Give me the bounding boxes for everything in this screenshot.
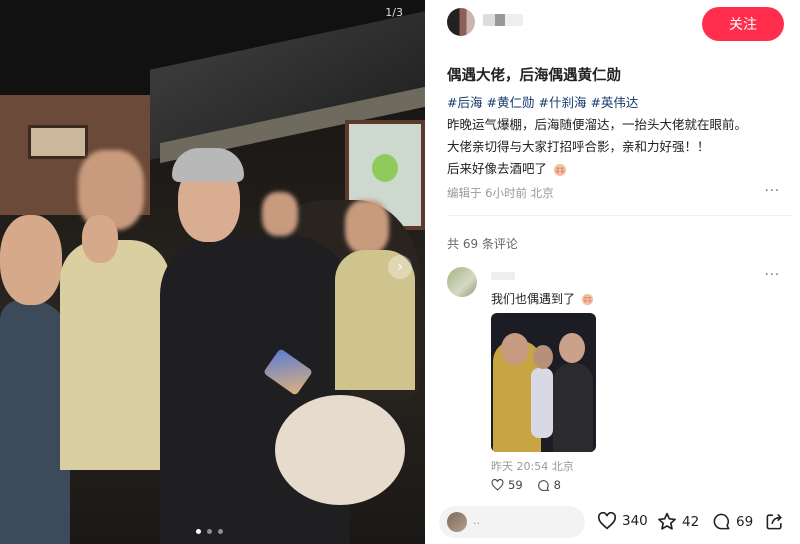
comment-author-blurred[interactable]	[491, 272, 515, 280]
carousel-dot[interactable]	[207, 529, 212, 534]
face-blurred	[262, 192, 298, 236]
comment-more-icon[interactable]: ···	[765, 268, 780, 283]
post-title: 偶遇大佬，后海偶遇黄仁勋	[447, 68, 621, 84]
star-icon	[657, 512, 677, 531]
like-button[interactable]: 340	[597, 512, 648, 530]
person-yellow-shirt	[60, 240, 170, 470]
comment-reply-button[interactable]: 8	[537, 478, 561, 492]
comment-reply-count: 8	[553, 478, 561, 492]
comment-like-button[interactable]: 59	[491, 478, 523, 492]
man-black-jacket	[553, 363, 593, 452]
comment-like-count: 59	[508, 478, 523, 492]
note-side-panel: 关注 偶遇大佬，后海偶遇黄仁勋 #后海 #黄仁勋 #什刹海 #英伟达 昨晚运气爆棚，后…	[425, 0, 800, 544]
face-blurred	[501, 333, 529, 365]
author-name-blurred[interactable]	[483, 14, 523, 26]
comment-image[interactable]	[491, 313, 596, 452]
author-header: 关注	[425, 0, 800, 50]
author-avatar[interactable]	[447, 8, 475, 36]
gray-hair	[172, 148, 244, 182]
heart-icon	[597, 512, 617, 530]
face-blurred	[345, 200, 389, 254]
post-line: 昨晚运气爆棚，后海随便溜达，一抬头大佬就在眼前。	[447, 117, 748, 132]
tag-link[interactable]: #什刹海	[538, 95, 586, 110]
duck-mascot	[372, 154, 398, 182]
comment-actions: 59 8	[491, 478, 561, 492]
bottom-action-bar: .. 340 42 69	[425, 500, 800, 544]
carousel-dots	[196, 529, 223, 534]
face-blurred	[533, 345, 553, 369]
post-line-text: 后来好像去酒吧了	[447, 161, 548, 176]
note-detail-page: 1/3 › 关注 偶遇大佬，后海偶遇黄仁勋 #后海 #黄仁勋 #什刹海 #英伟达 昨晚…	[0, 0, 800, 544]
comment-bubble-icon	[712, 512, 731, 531]
man-face	[559, 333, 585, 363]
tag-link[interactable]: #英伟达	[590, 95, 638, 110]
comment-input[interactable]: ..	[439, 506, 585, 538]
face-left-blurred	[0, 215, 62, 305]
building-window	[28, 125, 88, 159]
blush-emoji-icon	[581, 293, 594, 306]
follow-button[interactable]: 关注	[702, 7, 784, 41]
comment-text-content: 我们也偶遇到了	[491, 292, 576, 306]
post-line: 后来好像去酒吧了	[447, 158, 792, 180]
favorite-count: 42	[682, 513, 700, 530]
comment-count-bottom: 69	[736, 513, 754, 530]
share-button[interactable]	[765, 512, 784, 531]
carousel-dot[interactable]	[196, 529, 201, 534]
comment-avatar[interactable]	[447, 267, 477, 297]
comment-button[interactable]: 69	[712, 512, 753, 531]
blush-emoji-icon	[553, 163, 567, 177]
comment-time: 昨天 20:54 北京	[491, 460, 574, 473]
favorite-button[interactable]: 42	[657, 512, 699, 531]
comment-text: 我们也偶遇到了	[491, 290, 594, 307]
image-page-counter: 1/3	[385, 6, 403, 19]
tag-link[interactable]: #黄仁勋	[486, 95, 534, 110]
next-image-button[interactable]: ›	[388, 255, 412, 279]
post-body: #后海 #黄仁勋 #什刹海 #英伟达 昨晚运气爆棚，后海随便溜达，一抬头大佬就在眼前。…	[447, 92, 792, 180]
child	[531, 368, 553, 438]
post-line: 大佬亲切得与大家打招呼合影，亲和力好强！！	[447, 139, 710, 154]
post-image-carousel[interactable]: 1/3 ›	[0, 0, 425, 544]
share-icon	[765, 512, 784, 531]
post-meta: 编辑于 6小时前 北京	[447, 186, 554, 200]
comment-count: 共 69 条评论	[447, 237, 518, 251]
heart-icon	[491, 479, 504, 491]
post-tags: #后海 #黄仁勋 #什刹海 #英伟达	[447, 92, 792, 114]
tag-link[interactable]: #后海	[447, 95, 482, 110]
comment-input-placeholder: ..	[473, 514, 480, 527]
carousel-dot[interactable]	[218, 529, 223, 534]
user-avatar	[447, 512, 467, 532]
cap-foreground	[275, 395, 405, 505]
like-count: 340	[622, 513, 648, 529]
thumbs-up-hand	[82, 215, 118, 263]
divider	[447, 215, 792, 216]
comment-bubble-icon	[537, 479, 550, 492]
post-more-icon[interactable]: ···	[765, 184, 780, 199]
